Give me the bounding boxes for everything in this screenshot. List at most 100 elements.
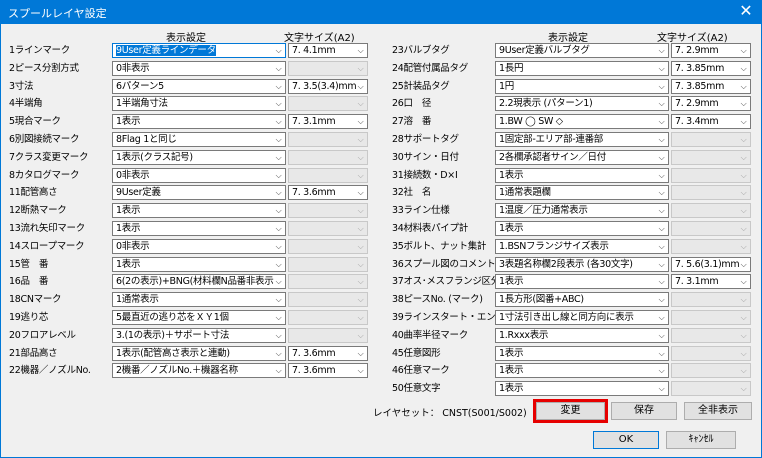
left-row-label: 16品 番 <box>9 276 49 288</box>
left-size-select[interactable]: 7. 3.6mm ⌵ <box>288 363 368 379</box>
right-display-select[interactable]: 1表示 ⌵ <box>495 381 669 397</box>
left-display-select[interactable]: 1表示 ⌵ <box>112 256 286 272</box>
left-size-select[interactable]: 7. 4.1mm ⌵ <box>288 43 368 58</box>
select-value: 1長円 <box>499 62 524 74</box>
right-display-select[interactable]: 1通常表題欄 ⌵ <box>495 185 669 201</box>
left-display-select[interactable]: 1表示 ⌵ <box>112 203 286 219</box>
chevron-down-icon: ⌵ <box>275 259 282 269</box>
right-size-select[interactable]: 7. 3.1mm ⌵ <box>671 274 751 290</box>
left-size-select[interactable]: 7. 3.5(3.4)mm ⌵ <box>288 78 368 94</box>
right-size-select[interactable]: 7. 3.4mm ⌵ <box>671 114 751 130</box>
select-value: 0非表示 <box>116 62 150 74</box>
right-display-select[interactable]: 1長円 ⌵ <box>495 60 669 76</box>
save-button[interactable]: 保存 <box>611 402 677 420</box>
chevron-down-icon: ⌵ <box>658 99 665 109</box>
left-display-select[interactable]: 1表示 ⌵ <box>112 221 286 236</box>
ok-button[interactable]: OK <box>593 431 659 449</box>
right-size-select[interactable]: 7. 2.9mm ⌵ <box>671 43 751 58</box>
chevron-down-icon: ⌵ <box>658 241 665 251</box>
right-row-label: 24配管付属品タグ <box>392 62 468 74</box>
right-display-select[interactable]: 1表示 ⌵ <box>495 167 669 183</box>
select-value: 1表示 <box>499 276 524 288</box>
right-display-select[interactable]: 1長方形(図番+ABC) ⌵ <box>495 292 669 308</box>
right-row-label: 35ボルト、ナット集計 <box>392 240 487 252</box>
left-display-select[interactable]: 9User定義ラインデータ ⌵ <box>112 43 286 58</box>
right-display-select[interactable]: 1表示 ⌵ <box>495 274 669 290</box>
right-row-label: 50任意文字 <box>392 383 441 395</box>
right-size-select: ⌵ <box>671 345 751 361</box>
right-display-select[interactable]: 1表示 ⌵ <box>495 221 669 236</box>
right-display-select[interactable]: 1.Rxxx表示 ⌵ <box>495 327 669 343</box>
right-display-select[interactable]: 1寸法引き出し線と同方向に表示 ⌵ <box>495 310 669 325</box>
close-icon[interactable]: ✕ <box>730 0 762 24</box>
right-row-label: 34材料表パイプ計 <box>392 223 468 234</box>
left-display-select[interactable]: 2機番／ノズルNo.＋機器名称 ⌵ <box>112 363 286 379</box>
chevron-down-icon: ⌵ <box>740 152 747 162</box>
chevron-down-icon: ⌵ <box>740 188 747 198</box>
chevron-down-icon: ⌵ <box>658 295 665 305</box>
select-value: 1寸法引き出し線と同方向に表示 <box>499 312 634 323</box>
right-display-select[interactable]: 1.BSNフランジサイズ表示 ⌵ <box>495 238 669 254</box>
right-display-select[interactable]: 9User定義バルブタグ ⌵ <box>495 43 669 58</box>
chevron-down-icon: ⌵ <box>658 63 665 73</box>
right-size-select[interactable]: 7. 5.6(3.1)mm ⌵ <box>671 256 751 272</box>
left-size-select[interactable]: 7. 3.1mm ⌵ <box>288 114 368 130</box>
right-size-select[interactable]: 7. 3.85mm ⌵ <box>671 60 751 76</box>
right-display-select[interactable]: 2各欄承認者サイン／日付 ⌵ <box>495 149 669 165</box>
chevron-down-icon: ⌵ <box>658 135 665 144</box>
left-size-select[interactable]: 7. 3.6mm ⌵ <box>288 345 368 361</box>
chevron-down-icon: ⌵ <box>357 348 364 358</box>
left-display-select[interactable]: 6(2の表示)+BNG(材料欄N品番非表示 ⌵ <box>112 274 286 290</box>
select-value: 1温度／圧力通常表示 <box>499 205 588 217</box>
left-display-select[interactable]: 1通常表示 ⌵ <box>112 292 286 308</box>
left-display-select[interactable]: 5最直近の逃り芯をＸＹ1個 ⌵ <box>112 310 286 325</box>
size-value: 7. 3.85mm <box>675 62 725 74</box>
chevron-down-icon: ⌵ <box>275 206 282 216</box>
right-display-select[interactable]: 1表示 ⌵ <box>495 363 669 379</box>
left-display-select[interactable]: 6パターン5 ⌵ <box>112 78 286 94</box>
right-display-select[interactable]: 1.BW ◯ SW ◇ ⌵ <box>495 114 669 130</box>
chevron-down-icon: ⌵ <box>357 366 364 376</box>
right-size-select[interactable]: 7. 3.85mm ⌵ <box>671 78 751 94</box>
chevron-down-icon: ⌵ <box>658 152 665 162</box>
left-display-select[interactable]: 0非表示 ⌵ <box>112 60 286 76</box>
select-value: 1.Rxxx表示 <box>499 329 549 341</box>
show-all-button[interactable]: 全非表示 <box>684 402 752 420</box>
left-display-select[interactable]: 0非表示 ⌵ <box>112 167 286 183</box>
size-value: 7. 3.6mm <box>292 365 336 377</box>
left-display-select[interactable]: 1半端角寸法 ⌵ <box>112 96 286 112</box>
left-display-select[interactable]: 8Flag 1と同じ ⌵ <box>112 132 286 147</box>
right-display-select[interactable]: 2.2現表示 (パターン1) ⌵ <box>495 96 669 112</box>
chevron-down-icon: ⌵ <box>357 259 364 269</box>
chevron-down-icon: ⌵ <box>658 81 665 91</box>
left-display-select[interactable]: 1表示 ⌵ <box>112 114 286 130</box>
chevron-down-icon: ⌵ <box>658 366 665 376</box>
left-size-header: 文字サイズ(A2) <box>284 33 355 44</box>
right-display-select[interactable]: 1温度／圧力通常表示 ⌵ <box>495 203 669 219</box>
right-size-select: ⌵ <box>671 132 751 147</box>
left-display-select[interactable]: 1表示(クラス記号) ⌵ <box>112 149 286 165</box>
left-size-select: ⌵ <box>288 167 368 183</box>
select-value: 8Flag 1と同じ <box>116 134 177 145</box>
left-display-select[interactable]: 1表示(配管高さ表示と連動) ⌵ <box>112 345 286 361</box>
left-row-label: 15管 番 <box>9 258 49 270</box>
left-size-select: ⌵ <box>288 238 368 254</box>
chevron-down-icon: ⌵ <box>740 206 747 216</box>
chevron-down-icon: ⌵ <box>658 348 665 358</box>
select-value: 1半端角寸法 <box>116 98 168 110</box>
left-size-select: ⌵ <box>288 221 368 236</box>
right-size-select[interactable]: 7. 2.9mm ⌵ <box>671 96 751 112</box>
chevron-down-icon: ⌵ <box>740 313 747 322</box>
right-display-select[interactable]: 1円 ⌵ <box>495 78 669 94</box>
left-size-select[interactable]: 7. 3.6mm ⌵ <box>288 185 368 201</box>
left-display-select[interactable]: 9User定義 ⌵ <box>112 185 286 201</box>
right-display-select[interactable]: 3表題名称欄2段表示 (各30文字) ⌵ <box>495 256 669 272</box>
cancel-button[interactable]: ｷｬﾝｾﾙ <box>666 431 736 449</box>
left-display-select[interactable]: 3.(1の表示)＋サポート寸法 ⌵ <box>112 327 286 343</box>
right-size-select: ⌵ <box>671 310 751 325</box>
left-display-select[interactable]: 0非表示 ⌵ <box>112 238 286 254</box>
left-row-label: 20フロアレベル <box>9 329 76 341</box>
right-size-select: ⌵ <box>671 238 751 254</box>
right-display-select[interactable]: 1表示 ⌵ <box>495 345 669 361</box>
right-display-select[interactable]: 1固定部-エリア部-連番部 ⌵ <box>495 132 669 147</box>
